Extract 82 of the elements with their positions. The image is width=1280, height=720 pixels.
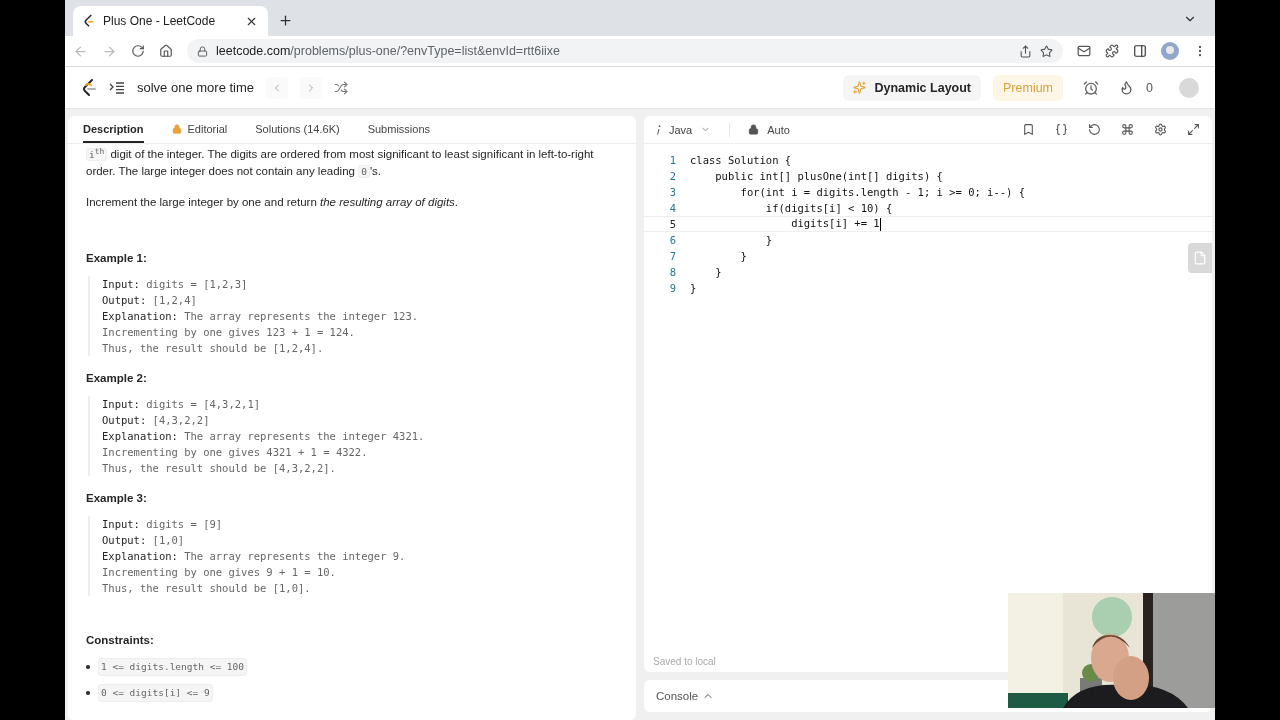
description-paragraph: Increment the large integer by one and return the resulting array of digits. (86, 195, 460, 211)
mail-icon[interactable] (1077, 44, 1091, 58)
alarm-clock-icon[interactable] (1083, 79, 1100, 96)
example-line: Incrementing by one gives 123 + 1 = 124. (102, 325, 356, 341)
home-icon[interactable] (159, 44, 173, 58)
example-line: Input: digits = [1,2,3] (102, 277, 249, 293)
example-title: Example 2: (86, 371, 148, 387)
leetcode-favicon (83, 14, 95, 28)
address-field[interactable]: leetcode.com/problems/plus-one/?envType=list&envId=rtt6iixe (187, 39, 1063, 63)
code-line: digits[i] += 1 (790, 217, 881, 231)
example-line: Incrementing by one gives 4321 + 1 = 4322. (102, 445, 369, 461)
lock-icon (197, 45, 208, 57)
line-number: 5 (668, 218, 676, 230)
mode-label[interactable]: Auto (767, 123, 790, 136)
bookmark-star-icon[interactable] (1040, 44, 1053, 58)
line-number: 1 (668, 154, 676, 166)
braces-icon[interactable] (1055, 123, 1068, 136)
example-line: Explanation: The array represents the integer 4321. (102, 429, 426, 445)
example-line: Output: [1,0] (102, 533, 186, 549)
code-line: if(digits[i] < 10) { (764, 202, 893, 214)
code-line: for(int i = digits.length - 1; i >= 0; i--) { (739, 186, 1026, 198)
info-icon (656, 124, 661, 135)
shuffle-icon[interactable] (334, 80, 349, 95)
extensions-icon[interactable] (1105, 44, 1119, 58)
command-icon[interactable] (1121, 123, 1134, 136)
dynamic-layout-button[interactable]: Dynamic Layout (843, 74, 982, 101)
sparkles-icon (853, 81, 867, 94)
new-tab-icon[interactable] (278, 13, 293, 28)
example-title: Example 3: (86, 491, 148, 507)
code-line: } (739, 250, 747, 262)
example-line: Thus, the result should be [4,3,2,2]. (102, 461, 337, 477)
line-number: 7 (668, 250, 676, 262)
example-line: Explanation: The array represents the integer 123. (102, 309, 420, 325)
description-paragraph: i$^{th}$ digit of the integer. The digits are ordered from most significant to least significant in left-to-right order. The large integer does not contain any leading 0 's. (86, 146, 595, 181)
save-status: Saved to local (652, 656, 717, 669)
panel-tab[interactable]: Solutions (14.6K) (255, 116, 340, 143)
panel-tab[interactable]: Editorial (171, 116, 228, 143)
line-number: 4 (668, 202, 676, 214)
code-line: } (764, 234, 773, 246)
reset-icon[interactable] (1088, 123, 1101, 136)
example-line: Input: digits = [4,3,2,1] (102, 397, 262, 413)
panel-tab[interactable]: Submissions (367, 116, 430, 143)
example-line: Input: digits = [9] (102, 517, 224, 533)
line-number: 8 (668, 266, 676, 278)
problem-list-title[interactable]: solve one more time (137, 80, 255, 95)
tab-title: Plus One - LeetCode (103, 14, 217, 28)
code-line: } (690, 282, 697, 294)
line-number: 2 (668, 170, 676, 182)
example-line: Thus, the result should be [1,0]. (102, 581, 312, 597)
example-line: Incrementing by one gives 9 + 1 = 10. (102, 565, 337, 581)
settings-icon[interactable] (1154, 123, 1167, 136)
panel-tab[interactable]: Description (83, 116, 144, 143)
browser-tab[interactable]: Plus One - LeetCode (73, 6, 268, 36)
line-number: 3 (668, 186, 676, 198)
code-line: } (714, 266, 722, 278)
share-icon[interactable] (1019, 44, 1032, 58)
code-line: public int[] plusOne(int[] digits) { (714, 170, 943, 182)
streak-count: 0 (1146, 80, 1153, 95)
reload-icon[interactable] (131, 44, 145, 58)
file-icon (1193, 251, 1207, 265)
bullet-icon (86, 665, 90, 670)
constraints-title: Constraints: (86, 633, 155, 649)
bookmark-icon[interactable] (1022, 123, 1035, 136)
leetcode-logo[interactable] (81, 78, 97, 97)
constraint-code: 1 <= digits.length <= 100 (98, 658, 247, 677)
bullet-icon (86, 691, 90, 696)
code-line: class Solution { (690, 154, 792, 166)
problem-list-icon[interactable] (109, 80, 125, 95)
example-line: Output: [4,3,2,2] (102, 413, 211, 429)
example-line: Output: [1,2,4] (102, 293, 198, 309)
language-selector[interactable]: Java (669, 123, 693, 136)
constraint-code: 0 <= digits[i] <= 9 (98, 684, 213, 703)
side-panel-icon[interactable] (1133, 44, 1147, 58)
lock-icon (171, 123, 182, 134)
example-line: Thus, the result should be [1,2,4]. (102, 341, 325, 357)
example-title: Example 1: (86, 251, 148, 267)
lock-icon (748, 124, 760, 135)
line-number: 9 (668, 282, 676, 294)
line-number: 6 (668, 234, 676, 246)
expand-icon[interactable] (1187, 123, 1200, 136)
example-line: Explanation: The array represents the integer 9. (102, 549, 407, 565)
console-button[interactable]: Console (656, 690, 715, 702)
